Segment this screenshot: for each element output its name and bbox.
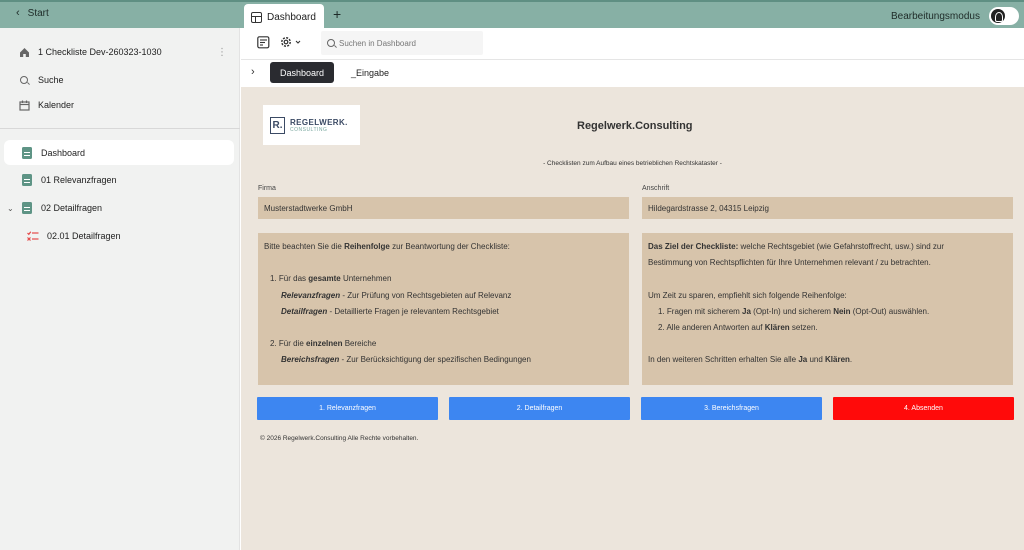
text: zur Beantwortung der Checkliste: — [389, 242, 510, 251]
dashboard-content: R. REGELWERK. CONSULTING Regelwerk.Consu… — [241, 87, 1024, 550]
text-bold: einzelnen — [306, 339, 343, 349]
sidebar-item-label: 02 Detailfragen — [41, 203, 103, 213]
sidebar-search-label: Suche — [38, 75, 64, 85]
sidebar-item-label: Dashboard — [41, 147, 86, 158]
text-bold: Das Ziel der Checkliste: — [648, 242, 739, 251]
text-bold: Ja — [742, 306, 751, 316]
relevanzfragen-button[interactable]: 1. Relevanzfragen — [257, 397, 438, 420]
text-bold: Nein — [833, 306, 851, 316]
bereichsfragen-button[interactable]: 3. Bereichsfragen — [641, 397, 822, 420]
search-input[interactable] — [339, 38, 469, 48]
sidebar-item-label: 01 Relevanzfragen — [41, 175, 117, 185]
sidebar-item-project[interactable]: 1 Checkliste Dev-260323-1030 ⋮ — [0, 41, 240, 63]
chevron-left-icon: ‹ — [16, 7, 20, 19]
edit-mode-toggle[interactable] — [989, 7, 1019, 25]
settings-gear-icon[interactable] — [279, 35, 303, 52]
sidebar-divider — [0, 128, 240, 129]
text-bold: Ja — [798, 355, 808, 365]
page-title: Regelwerk.Consulting — [577, 120, 693, 132]
text: 2. Für die — [270, 339, 307, 349]
tab-dashboard-page[interactable]: Dashboard — [270, 62, 335, 83]
anschrift-label: Anschrift — [642, 185, 670, 192]
text: - Detaillierte Fragen je relevantem Rech… — [327, 306, 499, 316]
dashboard-icon — [251, 11, 262, 23]
text: Bereiche — [342, 339, 377, 349]
sidebar: 1 Checkliste Dev-260323-1030 ⋮ Suche Kal… — [0, 28, 240, 550]
detailfragen-button[interactable]: 2. Detailfragen — [449, 397, 630, 420]
sidebar-item-calendar[interactable]: Kalender — [0, 94, 240, 116]
edit-mode-label: Bearbeitungsmodus — [891, 11, 980, 22]
text: Um Zeit zu sparen, empfiehlt sich folgen… — [648, 290, 847, 300]
text-bold: Klären — [825, 355, 850, 365]
term-relevanzfragen: Relevanzfragen — [281, 290, 341, 300]
term-bereichsfragen: Bereichsfragen — [281, 355, 340, 365]
sidebar-calendar-label: Kalender — [38, 100, 75, 110]
logo-wordmark: REGELWERK. — [290, 117, 348, 127]
add-tab-button[interactable]: + — [333, 7, 341, 21]
sub-tab-bar: › Dashboard _Eingabe — [241, 60, 1024, 87]
document-icon — [21, 146, 33, 159]
sidebar-item-detailfragen[interactable]: ⌄ 02 Detailfragen — [0, 197, 240, 219]
logo-subtitle: CONSULTING — [290, 126, 328, 133]
checklist-icon — [27, 230, 39, 242]
chevron-right-icon[interactable]: › — [251, 66, 255, 78]
calendar-icon — [18, 99, 30, 111]
text: Unternehmen — [340, 274, 392, 284]
text: Bitte beachten Sie die — [264, 242, 345, 251]
text-bold: Klären — [764, 323, 790, 333]
text: (Opt-In) und sicherem — [750, 306, 834, 316]
company-logo: R. REGELWERK. CONSULTING — [263, 105, 360, 145]
text: welche Rechtsgebiet (wie Gefahrstoffrech… — [738, 242, 944, 251]
text: . — [849, 355, 853, 365]
text-bold: gesamte — [308, 274, 341, 284]
toolbar — [241, 28, 1024, 60]
firma-field[interactable]: Musterstadtwerke GmbH — [258, 197, 629, 219]
tab-label: Dashboard — [267, 11, 316, 23]
firma-label: Firma — [258, 185, 276, 192]
document-icon — [21, 174, 33, 186]
text: 1. Fragen mit sicherem — [658, 306, 743, 316]
lock-icon — [991, 9, 1005, 23]
start-label: Start — [27, 7, 49, 19]
text: 1. Für das — [270, 274, 309, 284]
text: Bestimmung von Rechtspflichten für Ihre … — [648, 258, 931, 268]
sidebar-item-label: 02.01 Detailfragen — [47, 231, 121, 241]
sidebar-item-dashboard[interactable]: Dashboard — [4, 140, 234, 165]
search-icon — [18, 74, 30, 86]
anschrift-field[interactable]: Hildegardstrasse 2, 04315 Leipzig — [642, 197, 1013, 219]
chevron-down-icon[interactable]: ⌄ — [7, 204, 14, 213]
goal-box: Das Ziel der Checkliste: welche Rechtsge… — [642, 233, 1013, 385]
text-bold: Reihenfolge — [344, 242, 390, 251]
top-bar: ‹ Start Dashboard + Bearbeitungsmodus — [0, 0, 1024, 30]
absenden-button[interactable]: 4. Absenden — [833, 397, 1014, 420]
filter-list-icon[interactable] — [257, 36, 270, 52]
logo-mark: R. — [270, 116, 285, 134]
instructions-box: Bitte beachten Sie die Reihenfolge zur B… — [258, 233, 629, 385]
text: 2. Alle anderen Antworten auf — [658, 323, 765, 333]
text: In den weiteren Schritten erhalten Sie a… — [648, 355, 799, 365]
page-subtitle: - Checklisten zum Aufbau eines betriebli… — [543, 160, 722, 167]
text: und — [807, 355, 826, 365]
search-field[interactable] — [321, 31, 483, 55]
more-options-icon[interactable]: ⋮ — [217, 47, 227, 58]
tab-dashboard[interactable]: Dashboard — [244, 4, 324, 30]
sidebar-item-relevanzfragen[interactable]: 01 Relevanzfragen — [0, 169, 240, 191]
text: (Opt-Out) auswählen. — [850, 306, 930, 316]
sidebar-item-search[interactable]: Suche — [0, 69, 240, 91]
sidebar-item-detailfragen-0201[interactable]: 02.01 Detailfragen — [0, 225, 240, 247]
text: - Zur Berücksichtigung der spezifischen … — [339, 355, 531, 365]
text: setzen. — [789, 323, 818, 333]
term-detailfragen: Detailfragen — [281, 306, 328, 316]
project-title: 1 Checkliste Dev-260323-1030 — [38, 47, 162, 57]
tab-eingabe[interactable]: _Eingabe — [341, 62, 399, 83]
start-button[interactable]: ‹ Start — [16, 7, 49, 19]
footer-copyright: © 2026 Regelwerk.Consulting Alle Rechte … — [260, 435, 419, 442]
document-icon — [21, 202, 33, 214]
text: - Zur Prüfung von Rechtsgebieten auf Rel… — [340, 290, 512, 300]
search-icon — [327, 39, 335, 47]
home-icon — [18, 46, 30, 58]
